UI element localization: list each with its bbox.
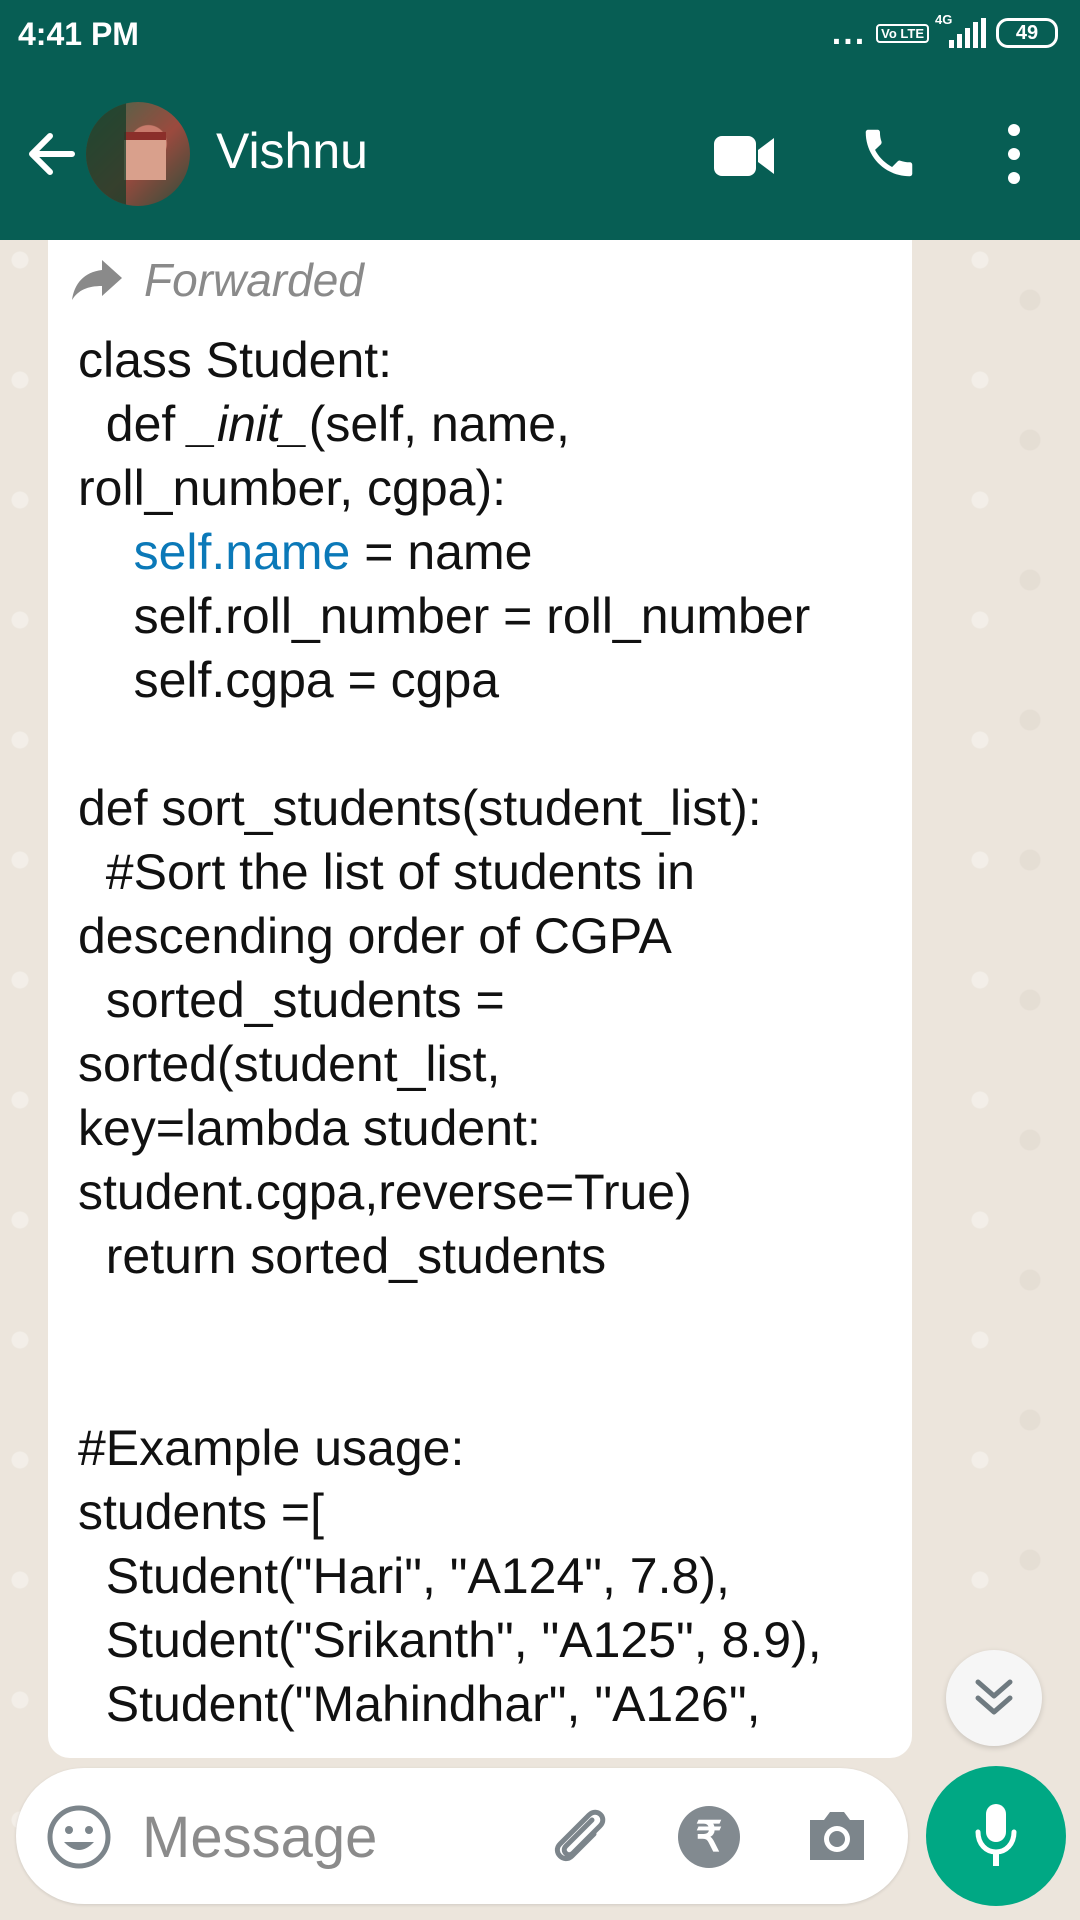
line-text: = name <box>350 524 533 580</box>
message-line: def sort_students(student_list): <box>78 780 762 836</box>
scroll-to-bottom-button[interactable] <box>946 1650 1042 1746</box>
message-input[interactable] <box>142 1802 522 1872</box>
message-line: return sorted_students <box>78 1228 607 1284</box>
back-arrow-icon[interactable] <box>22 124 82 184</box>
message-line: sorted(student_list, <box>78 1036 501 1092</box>
line-text: def <box>78 396 190 452</box>
message-line: key=lambda student: <box>78 1100 541 1156</box>
notification-dots-icon: ... <box>831 14 867 52</box>
battery-icon: 49 <box>996 18 1058 48</box>
avatar-house-shape <box>124 132 166 180</box>
contact-avatar[interactable] <box>86 102 190 206</box>
chat-header: Vishnu <box>0 72 1080 240</box>
message-line: self.name = name <box>78 520 892 584</box>
forward-arrow-icon <box>72 260 122 300</box>
microphone-icon <box>975 1804 1017 1866</box>
payment-rupee-icon[interactable]: ₹ <box>678 1806 740 1868</box>
avatar-shade <box>86 102 126 206</box>
signal-icon: 4G <box>935 12 986 48</box>
message-line: Student("Srikanth", "A125", 8.9), <box>78 1612 822 1668</box>
message-line: descending order of CGPA <box>78 908 672 964</box>
voice-message-button[interactable] <box>926 1766 1066 1906</box>
more-options-icon[interactable] <box>1002 122 1026 186</box>
contact-name[interactable]: Vishnu <box>216 122 368 180</box>
message-text: class Student: def _init_(self, name, ro… <box>78 328 892 1736</box>
line-text <box>78 524 134 580</box>
double-chevron-down-icon <box>975 1679 1013 1715</box>
message-line: Student("Mahindhar", "A126", <box>78 1676 761 1732</box>
status-time: 4:41 PM <box>18 16 139 52</box>
voice-call-icon[interactable] <box>858 122 920 184</box>
volte-icon: Vo LTE <box>876 23 929 43</box>
video-call-icon[interactable] <box>712 130 776 182</box>
message-line: self.roll_number = roll_number <box>78 588 811 644</box>
message-composer: ₹ <box>16 1768 908 1904</box>
message-line: class Student: <box>78 332 393 388</box>
message-line: roll_number, cgpa): <box>78 460 507 516</box>
status-icons: ... Vo LTE 4G 49 <box>831 12 1058 52</box>
message-line: Student("Hari", "A124", 7.8), <box>78 1548 730 1604</box>
init-text: _init_ <box>189 396 309 452</box>
message-line: self.cgpa = cgpa <box>78 652 500 708</box>
message-line: student.cgpa,reverse=True) <box>78 1164 692 1220</box>
network-type: 4G <box>935 12 953 27</box>
message-line <box>78 712 892 776</box>
forwarded-indicator: Forwarded <box>70 250 364 310</box>
message-line <box>78 1288 892 1352</box>
forwarded-label: Forwarded <box>144 254 364 306</box>
message-line: #Example usage: <box>78 1420 465 1476</box>
self-name-link[interactable]: self.name <box>134 524 351 580</box>
message-line: def _init_(self, name, <box>78 392 892 456</box>
camera-icon[interactable] <box>806 1806 868 1864</box>
message-bubble[interactable]: Forwarded class Student: def _init_(self… <box>48 240 912 1758</box>
message-line: sorted_students = <box>78 972 505 1028</box>
attachment-icon[interactable] <box>542 1800 616 1874</box>
message-line: #Sort the list of students in <box>78 844 695 900</box>
status-bar: 4:41 PM ... Vo LTE 4G 49 <box>0 0 1080 72</box>
message-line <box>78 1352 892 1416</box>
emoji-icon[interactable] <box>46 1804 112 1870</box>
message-line: students =[ <box>78 1484 324 1540</box>
line-text: (self, name, <box>308 396 570 452</box>
